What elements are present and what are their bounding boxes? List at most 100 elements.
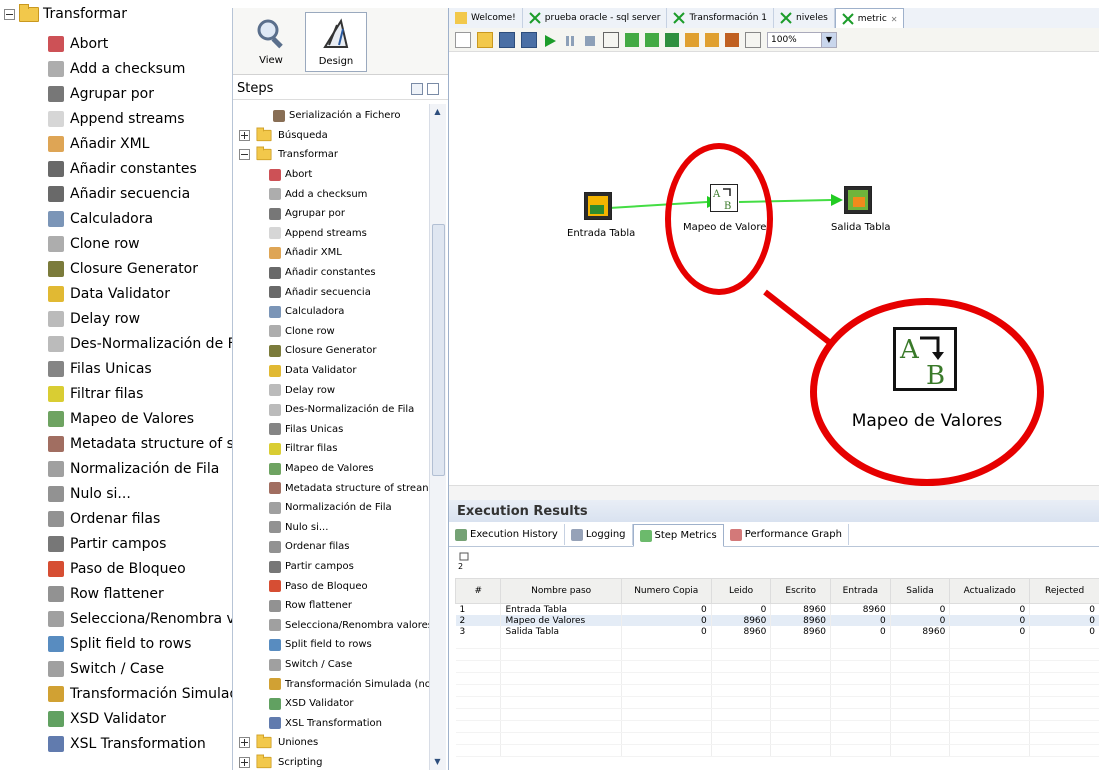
tree-item-step[interactable]: Add a checksum [269,184,367,204]
tree-item-step[interactable]: Delay row [269,380,335,400]
palette-item[interactable]: Row flattener [48,582,164,606]
results-tab[interactable]: Step Metrics [632,524,724,547]
results-tab[interactable]: Execution History [449,524,565,545]
design-mode-button[interactable]: Design [305,12,367,72]
column-header[interactable]: Salida [889,578,951,604]
tree-item-step[interactable]: Ordenar filas [269,537,349,557]
palette-item[interactable]: Nulo si... [48,482,131,506]
tree-item-serializacion[interactable]: Serialización a Fichero [273,106,400,126]
tree-item-step[interactable]: Metadata structure of strean [269,478,429,498]
view-mode-button[interactable]: View [241,12,301,70]
pause-icon[interactable] [563,33,577,47]
save-icon[interactable] [499,31,515,48]
palette-item[interactable]: Append streams [48,107,185,131]
palette-item[interactable]: Paso de Bloqueo [48,557,186,581]
verify-icon[interactable] [665,32,679,47]
palette-item[interactable]: Clone row [48,232,140,256]
scroll-up-icon[interactable]: ▲ [432,106,443,118]
tree-folder-busqueda[interactable]: Búsqueda [239,126,328,146]
tree-item-step[interactable]: Filtrar filas [269,439,337,459]
results-tab[interactable]: Performance Graph [724,524,849,545]
column-header[interactable]: # [454,578,502,604]
palette-item[interactable]: Partir campos [48,532,166,556]
canvas-horizontal-scrollbar[interactable] [449,485,1099,500]
tree-item-step[interactable]: Switch / Case [269,655,352,675]
collapse-all-icon[interactable] [427,83,439,95]
palette-item[interactable]: Abort [48,32,108,56]
show-results-icon[interactable] [745,31,761,48]
palette-item[interactable]: Calculadora [48,207,153,231]
palette-item[interactable]: Añadir XML [48,132,149,156]
chevron-down-icon[interactable]: ▼ [821,32,836,47]
palette-item[interactable]: Delay row [48,307,140,331]
debug-icon[interactable] [625,32,639,47]
palette-item[interactable]: Des-Normalización de Fila [48,332,251,356]
palette-item[interactable]: Filas Unicas [48,357,152,381]
preview-icon[interactable] [603,31,619,48]
tree-folder-transformar[interactable]: Transformar [239,145,338,165]
palette-item[interactable]: XSL Transformation [48,732,206,756]
column-header[interactable]: Nombre paso [500,578,622,604]
tree-item-step[interactable]: Des-Normalización de Fila [269,400,414,420]
tree-item-step[interactable]: Nulo si... [269,518,328,538]
tree-item-step[interactable]: Filas Unicas [269,420,343,440]
collapse-toggle-icon[interactable] [4,8,15,20]
zoom-select[interactable]: 100% ▼ [767,31,837,48]
editor-tab[interactable]: prueba oracle - sql server [523,8,668,28]
column-header[interactable]: Actualizado [949,578,1031,604]
tree-item-step[interactable]: Mapeo de Valores [269,459,374,479]
palette-item[interactable]: Normalización de Fila [48,457,219,481]
new-file-icon[interactable] [455,31,471,48]
palette-item[interactable]: Añadir constantes [48,157,197,181]
tree-item-step[interactable]: Transformación Simulada (no [269,674,429,694]
scroll-down-icon[interactable]: ▼ [432,756,443,768]
palette-item[interactable]: Add a checksum [48,57,185,81]
editor-tab[interactable]: Transformación 1 [667,8,774,28]
column-header[interactable]: Escrito [770,578,832,604]
expand-toggle-icon[interactable] [239,129,250,141]
tree-folder-uniones[interactable]: Uniones [239,733,318,753]
collapse-toggle-icon[interactable] [239,149,250,161]
tree-item-step[interactable]: Selecciona/Renombra valores [269,616,429,636]
expand-toggle-icon[interactable] [239,737,250,749]
expand-toggle-icon[interactable] [239,757,250,769]
tree-item-step[interactable]: Abort [269,165,312,185]
column-header[interactable]: Leido [710,578,772,604]
column-header[interactable]: Rejected [1029,578,1099,604]
editor-tab[interactable]: niveles [774,8,835,28]
sort-icon[interactable]: 2 [457,552,473,571]
tree-item-step[interactable]: Añadir constantes [269,263,376,283]
tree-item-step[interactable]: Append streams [269,224,367,244]
scroll-thumb[interactable] [432,224,445,476]
editor-tab[interactable]: Welcome! [449,8,523,28]
run-icon[interactable] [543,33,557,47]
palette-item[interactable]: XSD Validator [48,707,166,731]
tree-item-step[interactable]: Agrupar por [269,204,345,224]
table-row[interactable]: 1 Entrada Tabla 0 0 8960 8960 0 0 0 [455,603,1099,615]
tree-item-step[interactable]: Data Validator [269,361,356,381]
palette-item[interactable]: Data Validator [48,282,170,306]
tree-item-step[interactable]: Añadir secuencia [269,282,371,302]
palette-item[interactable]: Ordenar filas [48,507,160,531]
tree-item-step[interactable]: Closure Generator [269,341,376,361]
tree-item-step[interactable]: Row flattener [269,596,352,616]
tree-item-step[interactable]: XSL Transformation [269,714,382,734]
sql-icon[interactable] [705,32,719,47]
save-as-icon[interactable] [521,31,537,48]
palette-item[interactable]: Split field to rows [48,632,191,656]
table-row[interactable]: 2 Mapeo de Valores 0 8960 8960 0 0 0 0 [455,615,1099,626]
explore-db-icon[interactable] [725,32,739,47]
tree-folder-scripting[interactable]: Scripting [239,753,322,770]
table-input-icon[interactable] [584,192,612,220]
tree-item-step[interactable]: Calculadora [269,302,344,322]
tree-item-step[interactable]: XSD Validator [269,694,353,714]
tree-item-step[interactable]: Normalización de Fila [269,498,392,518]
expand-all-icon[interactable] [411,83,423,95]
table-output-icon[interactable] [844,186,872,214]
tree-item-step[interactable]: Clone row [269,322,335,342]
table-row[interactable]: 3 Salida Tabla 0 8960 8960 0 8960 0 0 [455,626,1099,637]
tree-item-step[interactable]: Partir campos [269,557,354,577]
open-folder-icon[interactable] [477,31,493,48]
palette-item[interactable]: Agrupar por [48,82,154,106]
palette-item[interactable]: Mapeo de Valores [48,407,194,431]
